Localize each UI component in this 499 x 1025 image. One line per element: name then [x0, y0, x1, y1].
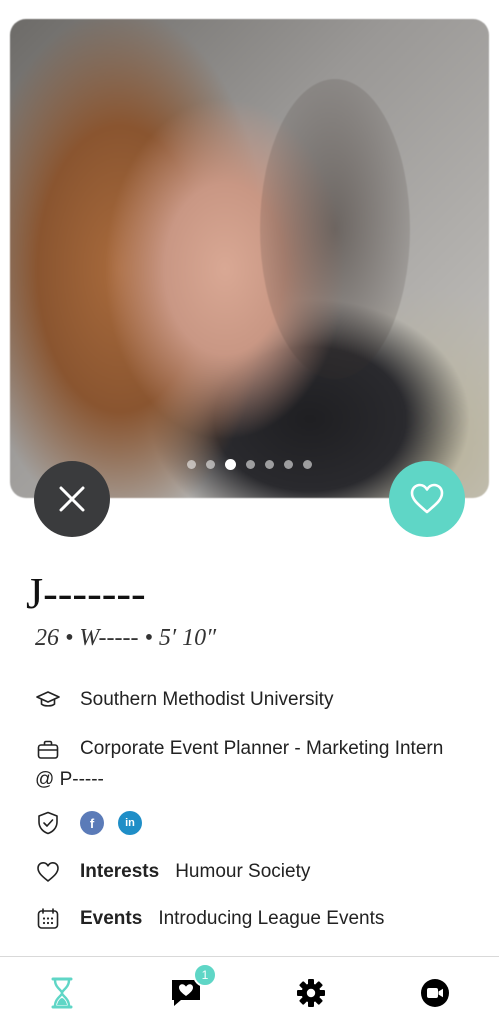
nav-item-settings[interactable] — [291, 973, 331, 1013]
close-icon — [59, 486, 85, 512]
verification-row: f in — [35, 810, 156, 836]
school-row: Southern Methodist University — [35, 687, 333, 713]
graduation-cap-icon — [35, 687, 61, 713]
photo-shade — [260, 79, 410, 379]
photo-dot[interactable] — [206, 460, 215, 469]
interests-row: Interests Humour Society — [35, 859, 310, 885]
events-row: Events Introducing League Events — [35, 906, 384, 932]
school-text: Southern Methodist University — [80, 689, 334, 710]
job-text: Corporate Event Planner - Marketing Inte… — [35, 738, 444, 790]
like-button[interactable] — [389, 461, 465, 537]
profile-meta: 26 • W----- • 5′ 10″ — [35, 625, 217, 651]
heart-outline-icon — [35, 859, 61, 885]
events-label: Events — [80, 908, 143, 929]
shield-check-icon — [35, 810, 61, 836]
interests-label: Interests — [80, 861, 160, 882]
messages-badge: 1 — [193, 963, 217, 987]
profile-photo[interactable] — [10, 19, 489, 498]
photo-dot[interactable] — [246, 460, 255, 469]
pass-button[interactable] — [34, 461, 110, 537]
photo-dot[interactable] — [303, 460, 312, 469]
photo-dot[interactable] — [284, 460, 293, 469]
facebook-icon[interactable]: f — [80, 811, 104, 835]
interests-value: Humour Society — [175, 861, 311, 882]
photo-dot[interactable] — [265, 460, 274, 469]
calendar-icon — [35, 906, 61, 932]
nav-item-timer[interactable] — [42, 973, 82, 1013]
heart-icon — [410, 483, 444, 514]
video-camera-icon — [421, 979, 449, 1007]
profile-name: J------- — [26, 569, 146, 618]
linkedin-icon[interactable]: in — [118, 811, 142, 835]
hourglass-icon — [51, 977, 73, 1009]
events-value: Introducing League Events — [158, 908, 385, 929]
bottom-nav — [0, 956, 499, 1025]
photo-dot-active[interactable] — [225, 459, 236, 470]
photo-dot[interactable] — [187, 460, 196, 469]
gear-icon — [297, 979, 325, 1007]
nav-item-video[interactable] — [415, 973, 455, 1013]
